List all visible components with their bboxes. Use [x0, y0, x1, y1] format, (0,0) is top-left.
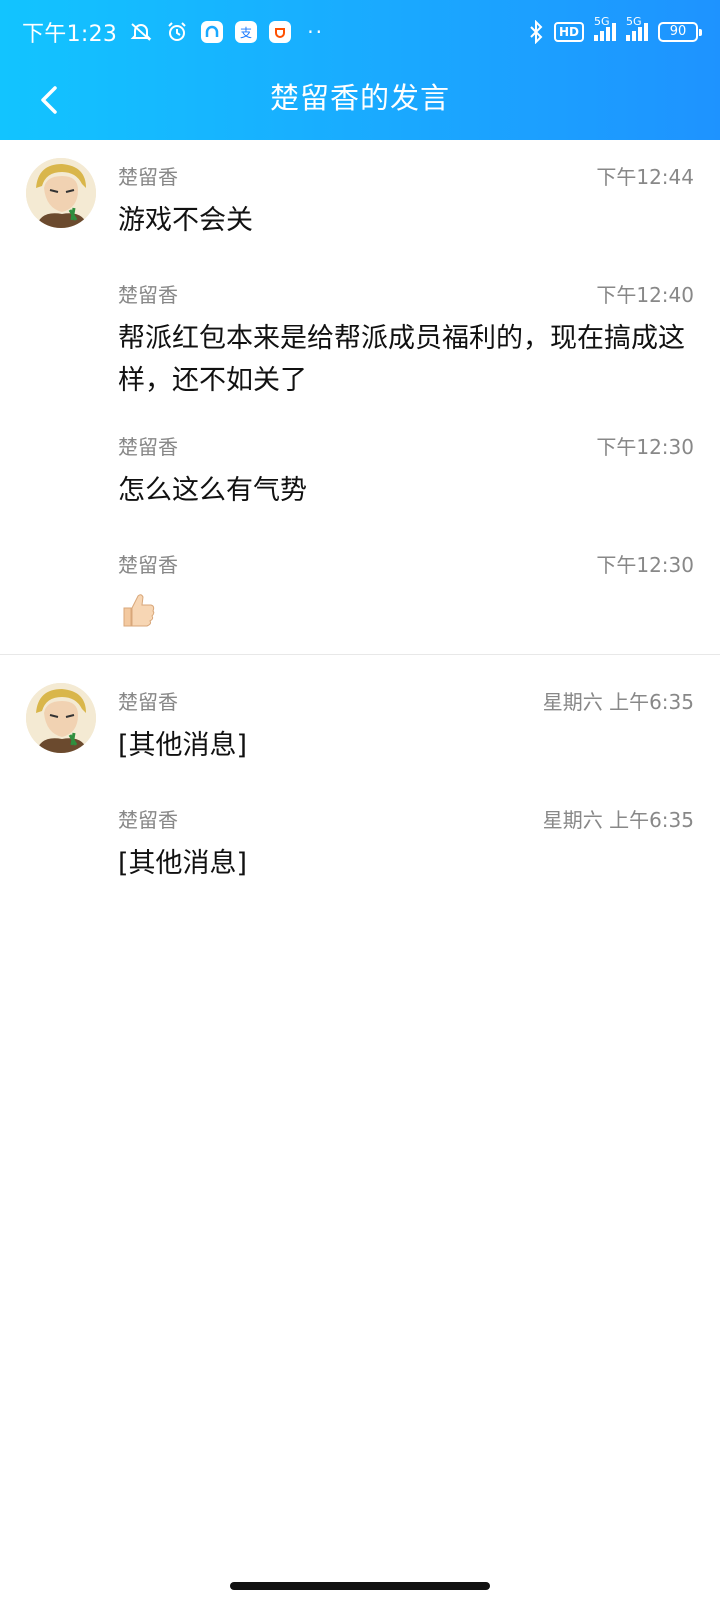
taobao-icon [269, 21, 292, 43]
status-time: 下午1:23 [22, 22, 118, 47]
message-item[interactable]: 楚留香 下午12:30 怎么这么有气势 [0, 430, 720, 512]
message-time: 下午12:40 [596, 282, 694, 307]
mute-icon [129, 20, 153, 44]
message-time: 星期六 上午6:35 [542, 689, 694, 714]
network-type-1: 5G [594, 15, 610, 28]
nav-bar: 楚留香的发言 [0, 64, 720, 140]
back-button[interactable] [28, 78, 72, 122]
message-text: 游戏不会关 [118, 205, 253, 236]
message-group: 楚留香 下午12:44 游戏不会关 楚留香 下午12:40 帮派红包本来是给帮派… [0, 140, 720, 654]
message-text: [其他消息] [118, 848, 248, 879]
sender-name: 楚留香 [118, 689, 178, 714]
chevron-left-icon [41, 86, 57, 114]
battery-icon: 90 [658, 22, 702, 42]
message-item[interactable]: 楚留香 下午12:40 帮派红包本来是给帮派成员福利的，现在搞成这样，还不如关了 [0, 278, 720, 402]
message-list[interactable]: 楚留香 下午12:44 游戏不会关 楚留香 下午12:40 帮派红包本来是给帮派… [0, 140, 720, 891]
message-time: 星期六 上午6:35 [542, 807, 694, 832]
message-group: 楚留香 星期六 上午6:35 [其他消息] 楚留香 星期六 上午6:35 [其他… [0, 655, 720, 891]
app-header: 下午1:23 支 ·· HD 5G 5G 90 楚留香的发言 [0, 0, 720, 140]
sender-name: 楚留香 [118, 164, 178, 189]
message-item[interactable]: 楚留香 星期六 上午6:35 [其他消息] [0, 803, 720, 885]
message-text: [其他消息] [118, 730, 248, 761]
message-item[interactable]: 楚留香 星期六 上午6:35 [其他消息] [0, 685, 720, 767]
signal-1-icon: 5G [594, 15, 616, 41]
message-time: 下午12:44 [596, 164, 694, 189]
home-indicator[interactable] [230, 1582, 490, 1590]
message-item[interactable]: 楚留香 下午12:44 游戏不会关 [0, 160, 720, 242]
hd-voice-badge: HD [553, 22, 584, 42]
svg-text:支: 支 [240, 26, 252, 40]
message-time: 下午12:30 [596, 552, 694, 577]
message-item[interactable]: 楚留香 下午12:30 [0, 548, 720, 630]
bluetooth-icon [528, 20, 544, 44]
sender-name: 楚留香 [118, 552, 178, 577]
thumbs-up-icon [118, 590, 158, 630]
sender-name: 楚留香 [118, 434, 178, 459]
sender-name: 楚留香 [118, 282, 178, 307]
network-type-2: 5G [626, 15, 642, 28]
sender-name: 楚留香 [118, 807, 178, 832]
page-title: 楚留香的发言 [269, 81, 450, 115]
app-notification-icon [201, 21, 224, 43]
signal-2-icon: 5G [626, 15, 648, 41]
message-text: 怎么这么有气势 [118, 475, 307, 506]
message-text: 帮派红包本来是给帮派成员福利的，现在搞成这样，还不如关了 [118, 323, 685, 396]
message-time: 下午12:30 [596, 434, 694, 459]
status-bar: 下午1:23 支 ·· HD 5G 5G 90 [0, 0, 720, 64]
alarm-icon [165, 20, 189, 44]
alipay-icon: 支 [235, 21, 258, 43]
more-notifications: ·· [307, 20, 324, 44]
